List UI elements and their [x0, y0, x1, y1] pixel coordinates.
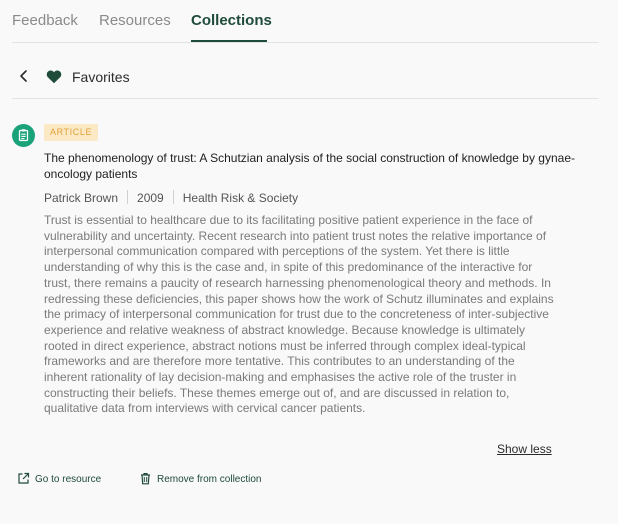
go-to-resource-button[interactable]: Go to resource — [17, 472, 101, 488]
tab-collections[interactable]: Collections — [191, 12, 272, 30]
author: Patrick Brown — [44, 191, 119, 205]
journal: Health Risk & Society — [182, 191, 299, 205]
remove-from-collection-label: Remove from collection — [157, 474, 262, 485]
heart-icon — [46, 70, 62, 84]
chevron-left-icon — [20, 70, 27, 82]
meta-divider — [127, 190, 129, 204]
year: 2009 — [137, 191, 164, 205]
collections-panel: Feedback Resources Collections Favorites… — [0, 0, 618, 524]
external-link-icon — [18, 472, 30, 484]
tab-feedback[interactable]: Feedback — [12, 12, 78, 30]
collection-title: Favorites — [72, 69, 130, 85]
collection-header: Favorites — [12, 52, 599, 99]
document-icon — [12, 124, 35, 147]
back-button[interactable] — [16, 68, 32, 84]
resource-abstract: Trust is essential to healthcare due to … — [44, 213, 554, 416]
show-less-link[interactable]: Show less — [497, 442, 552, 456]
active-tab-indicator — [191, 40, 267, 42]
tab-bar: Feedback Resources Collections — [12, 0, 599, 43]
resource-title[interactable]: The phenomenology of trust: A Schutzian … — [44, 150, 594, 182]
go-to-resource-label: Go to resource — [35, 474, 102, 485]
resource-type-badge: ARTICLE — [44, 124, 99, 141]
tab-resources[interactable]: Resources — [99, 12, 171, 30]
resource-meta: Patrick Brown 2009 Health Risk & Society — [44, 190, 298, 206]
meta-divider — [172, 190, 174, 204]
trash-icon — [141, 473, 150, 485]
remove-from-collection-button[interactable]: Remove from collection — [139, 472, 261, 488]
